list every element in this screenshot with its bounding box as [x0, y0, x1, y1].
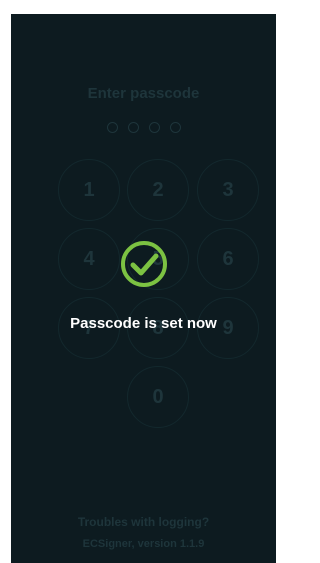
check-circle-icon — [119, 239, 169, 289]
troubles-link[interactable]: Troubles with logging? — [11, 515, 276, 529]
passcode-dot — [106, 122, 118, 133]
success-message: Passcode is set now — [70, 315, 217, 332]
keypad-key-1[interactable]: 1 — [58, 159, 120, 221]
keypad-key-2[interactable]: 2 — [127, 159, 189, 221]
passcode-dot — [169, 122, 181, 133]
passcode-screen: Enter passcode 1 2 3 4 5 6 7 8 9 0 Passc… — [11, 14, 276, 563]
keypad-key-3[interactable]: 3 — [197, 159, 259, 221]
success-overlay: Passcode is set now — [11, 239, 276, 332]
passcode-dot — [127, 122, 139, 133]
passcode-dot — [148, 122, 160, 133]
passcode-dots — [11, 122, 276, 133]
keypad-key-0[interactable]: 0 — [127, 366, 189, 428]
app-version: ECSigner, version 1.1.9 — [82, 538, 205, 550]
passcode-title: Enter passcode — [87, 85, 200, 102]
